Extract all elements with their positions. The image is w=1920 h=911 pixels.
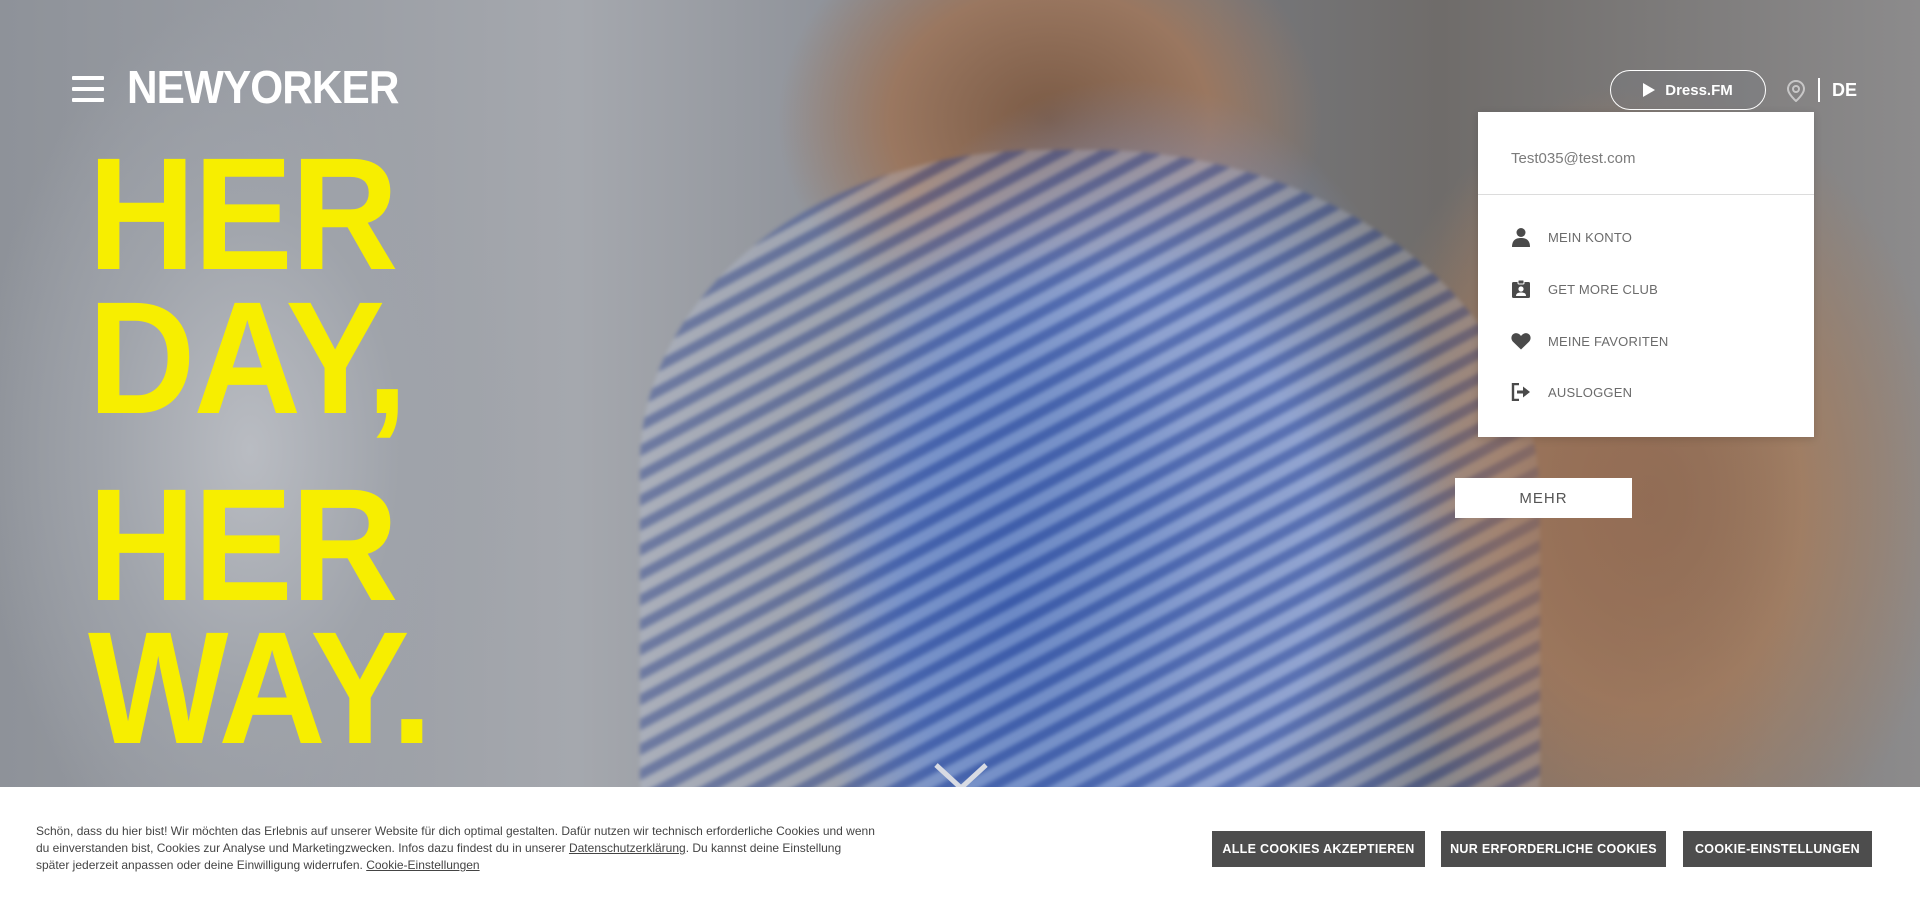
menu-item-label: GET MORE CLUB (1548, 281, 1658, 297)
menu-item-label: MEIN KONTO (1548, 229, 1633, 245)
menu-divider (1478, 194, 1814, 195)
cookie-notice-text: Schön, dass du hier bist! Wir möchten da… (36, 823, 876, 874)
member-card-icon (1511, 279, 1531, 299)
logout-icon (1511, 382, 1531, 402)
account-dropdown: Test035@test.com MEIN KONTO GET MORE CLU… (1478, 112, 1814, 437)
privacy-policy-link[interactable]: Datenschutzerklärung (569, 841, 686, 855)
menu-item-meine-favoriten[interactable]: MEINE FAVORITEN (1511, 329, 1669, 353)
cookie-settings-button[interactable]: COOKIE-EINSTELLUNGEN (1683, 831, 1872, 867)
dressfm-label: Dress.FM (1665, 81, 1733, 99)
accept-all-cookies-button[interactable]: ALLE COOKIES AKZEPTIEREN (1212, 831, 1425, 867)
location-pin-icon[interactable] (1786, 80, 1806, 102)
cookie-banner: Schön, dass du hier bist! Wir möchten da… (0, 787, 1920, 911)
headline-line-2: DAY, (88, 268, 408, 447)
account-email: Test035@test.com (1511, 150, 1636, 167)
language-divider (1818, 78, 1820, 102)
menu-item-label: MEINE FAVORITEN (1548, 333, 1669, 349)
heart-icon (1511, 331, 1531, 351)
menu-item-label: AUSLOGGEN (1548, 384, 1633, 400)
headline-line-4: WAY. (88, 598, 433, 777)
play-icon (1643, 83, 1656, 97)
newyorker-logo[interactable]: NEWYORKER (127, 60, 399, 114)
menu-item-get-more-club[interactable]: GET MORE CLUB (1511, 277, 1658, 301)
mehr-button[interactable]: MEHR (1455, 478, 1632, 518)
dressfm-button[interactable]: Dress.FM (1610, 70, 1766, 110)
menu-item-mein-konto[interactable]: MEIN KONTO (1511, 225, 1632, 249)
user-icon (1511, 227, 1531, 247)
necessary-cookies-only-button[interactable]: NUR ERFORDERLICHE COOKIES (1441, 831, 1666, 867)
cookie-settings-link[interactable]: Cookie-Einstellungen (366, 858, 479, 872)
hamburger-menu-icon[interactable] (72, 76, 104, 104)
menu-item-ausloggen[interactable]: AUSLOGGEN (1511, 380, 1632, 404)
language-selector[interactable]: DE (1832, 80, 1857, 101)
